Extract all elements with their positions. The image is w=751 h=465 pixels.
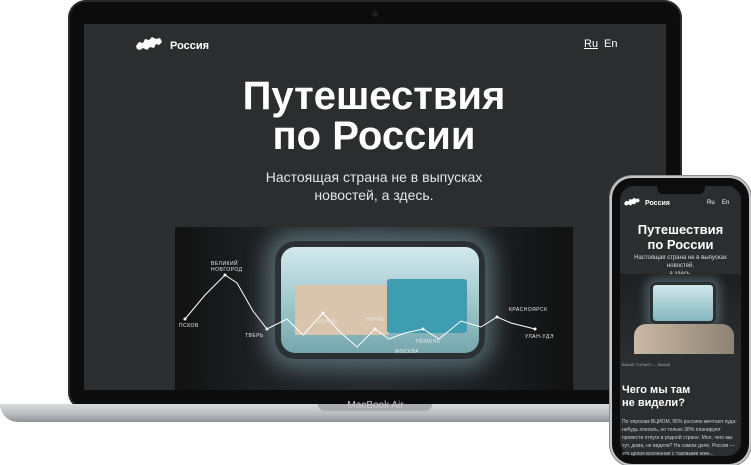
hero-title-line1: Путешествия [242,74,506,118]
lang-en-link[interactable]: En [604,38,617,50]
hero-title: Путешествия по России [174,76,574,156]
city-label-pskov: ПСКОВ [179,323,199,329]
phone-hero-title-line2: по России [647,237,714,252]
phone-section-title-line1: Чего мы там [622,384,691,396]
phone-hero-title-line1: Путешествия [637,222,724,237]
phone-lang-ru-link[interactable]: Ru [707,200,715,206]
camera-dot [372,11,378,17]
hero-photo: ВЕЛИКИЙ НОВГОРОД ПСКОВ ТВЕРЬ ПЕРМЬ ТЮМЕН… [175,227,573,390]
phone-section-title: Чего мы там не видели? [622,384,732,410]
brand-name[interactable]: Россия [170,40,209,52]
phone-train-window-image [650,282,716,324]
hero-subtitle-line1: Настоящая страна не в выпусках [265,169,483,185]
phone-section-title-line2: не видели? [622,397,685,409]
phone-section-body: По опросам ВЦИОМ, 95% россиян мечтают ку… [622,419,737,457]
phone-hero-subtitle-line1: Настоящая страна не в выпусках новостей, [634,255,727,269]
city-label-perm: ПЕРМЬ [365,317,386,323]
city-label-kazan: КАЗАНЬ [315,319,338,325]
phone-lang-en-link[interactable]: En [722,200,729,206]
phone-russia-map-logo-icon[interactable] [623,196,641,208]
phone-brand-name[interactable]: Россия [645,200,670,207]
city-label-tyumen: ТЮМЕНЬ [415,339,441,345]
lang-ru-link[interactable]: Ru [584,38,598,50]
phone-hero-photo [620,274,741,358]
city-label-ulan-ude: УЛАН-УДЭ [525,334,554,340]
city-label-novgorod: ВЕЛИКИЙ НОВГОРОД [211,261,243,273]
city-label-moscow: МОСКВА [395,349,420,355]
hero-subtitle-line2: новостей, а здесь. [314,187,434,203]
phone-notch [657,186,705,194]
city-label-krasnoyarsk: КРАСНОЯРСК [509,307,548,313]
phone-photo-caption: ВЫШЕ ТОЛЬКО — ВЫШЕ [622,362,671,367]
city-label-tver: ТВЕРЬ [245,333,264,339]
hero-title-line2: по России [272,114,476,158]
russia-map-logo-icon[interactable] [134,34,164,54]
phone-hero-title: Путешествия по России [624,222,737,252]
hero-subtitle: Настоящая страна не в выпусках новостей,… [224,168,524,204]
phone-bed-image [634,324,734,354]
